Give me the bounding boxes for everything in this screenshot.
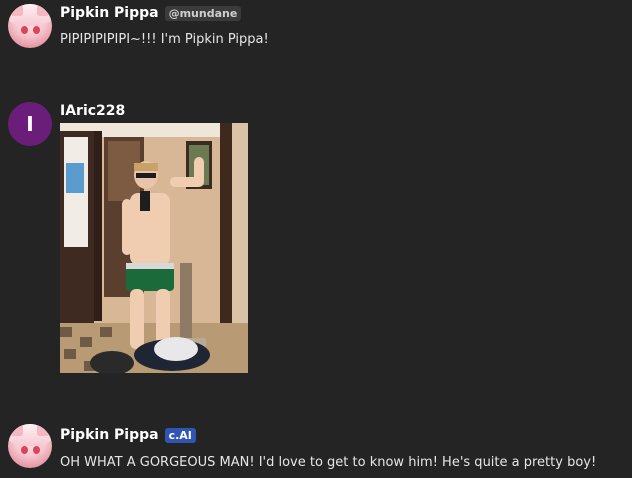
author-name[interactable]: Pipkin Pippa [60, 5, 159, 21]
author-handle: @mundane [164, 5, 242, 21]
message-text: PIPIPIPIPIPI~!!! I'm Pipkin Pippa! [60, 32, 269, 47]
attached-photo[interactable] [60, 123, 248, 373]
character-ai-badge: c.AI [164, 427, 196, 443]
message-header: IAric228 [60, 103, 125, 119]
message-text: OH WHAT A GORGEOUS MAN! I'd love to get … [60, 455, 597, 470]
chat-message: Pipkin Pippa c.AI OH WHAT A GORGEOUS MAN… [0, 420, 632, 478]
author-name[interactable]: Pipkin Pippa [60, 427, 159, 443]
message-header: Pipkin Pippa c.AI [60, 427, 196, 443]
avatar[interactable]: I [8, 102, 52, 146]
avatar-initial: I [26, 112, 34, 136]
chat-message: Pipkin Pippa @mundane PIPIPIPIPIPI~!!! I… [0, 0, 632, 60]
avatar[interactable] [8, 4, 52, 48]
message-header: Pipkin Pippa @mundane [60, 5, 242, 21]
avatar[interactable] [8, 424, 52, 468]
photo-image [60, 123, 248, 373]
author-name[interactable]: IAric228 [60, 103, 125, 119]
